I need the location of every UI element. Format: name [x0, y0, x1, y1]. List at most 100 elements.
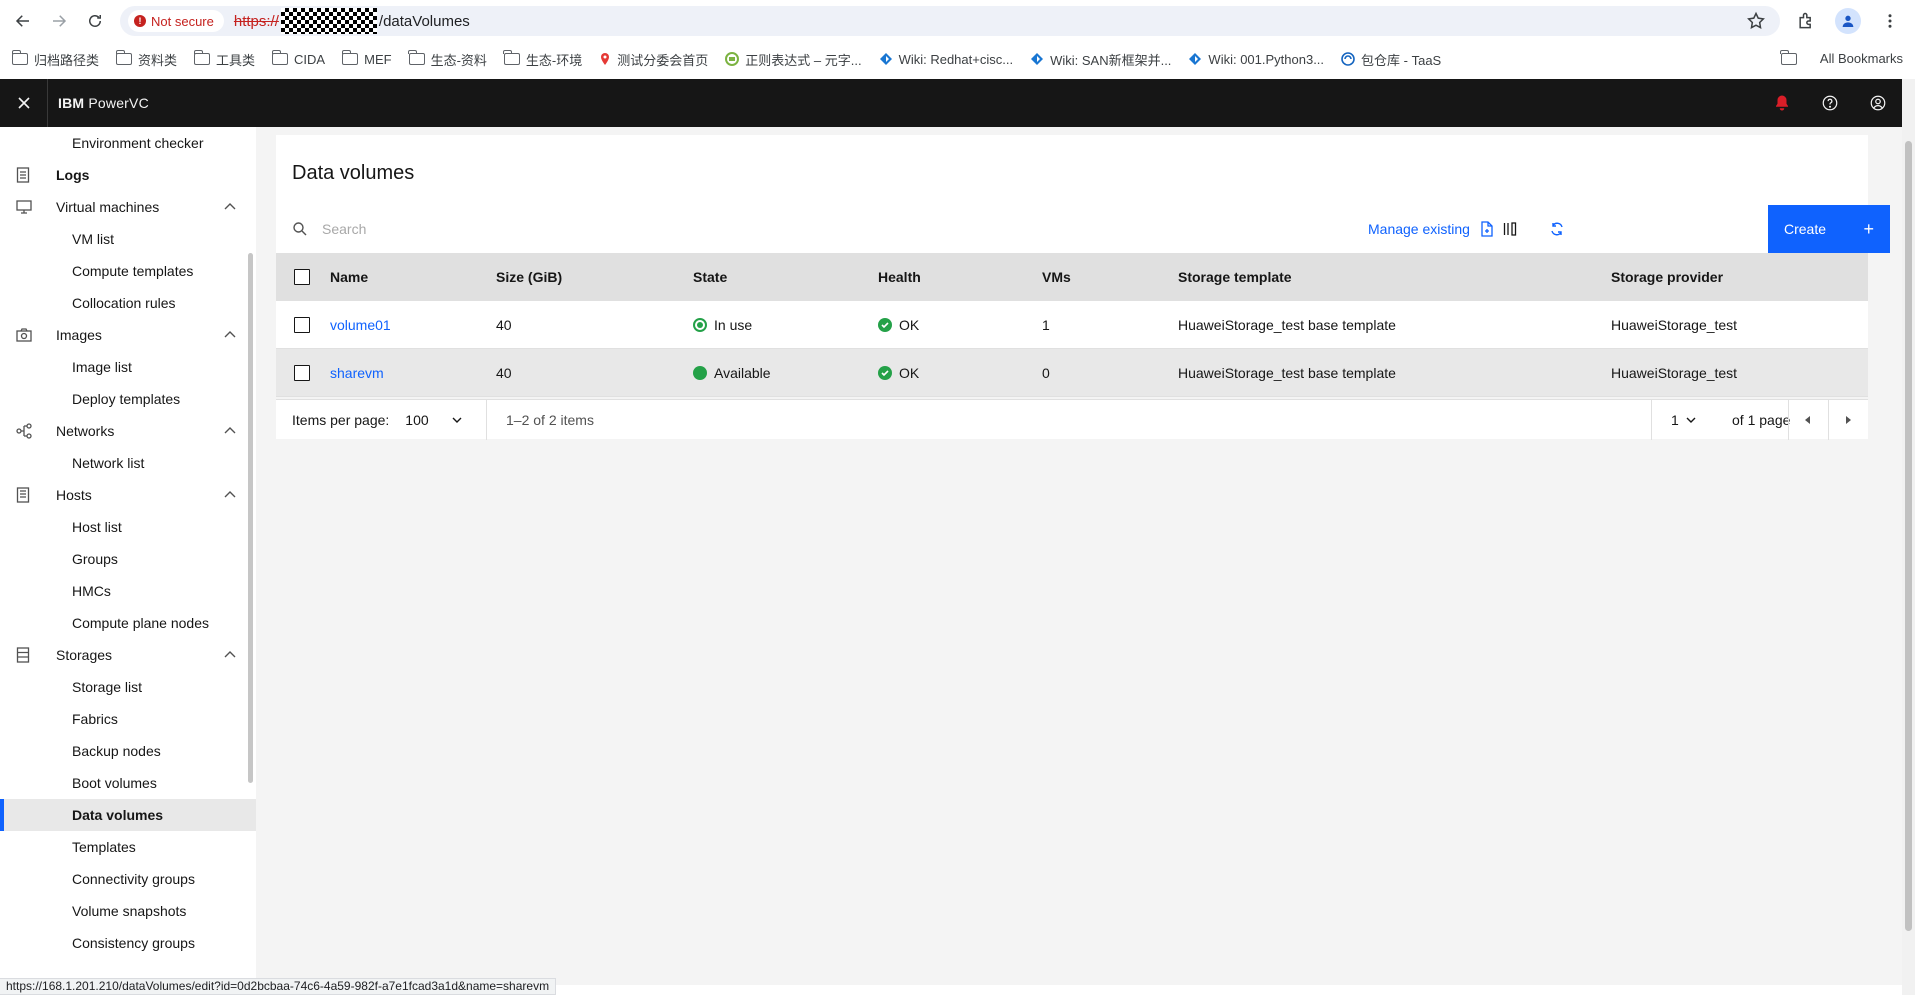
- page-scrollbar-thumb[interactable]: [1905, 141, 1912, 931]
- url-scheme: https://: [233, 12, 279, 30]
- url-text[interactable]: https:// /dataVolumes: [234, 8, 470, 34]
- sidebar-item-fabrics[interactable]: Fabrics: [0, 703, 256, 735]
- sidebar-item-storage-list[interactable]: Storage list: [0, 671, 256, 703]
- sidebar-item-logs[interactable]: Logs: [0, 159, 256, 191]
- column-header[interactable]: VMs: [1042, 269, 1178, 285]
- profile-button[interactable]: [1835, 8, 1861, 34]
- row-checkbox[interactable]: [294, 364, 310, 381]
- sidebar-item-host-list[interactable]: Host list: [0, 511, 256, 543]
- back-button[interactable]: [10, 8, 36, 34]
- sidebar-item-hosts[interactable]: Hosts: [0, 479, 256, 511]
- sidebar-item-hmcs[interactable]: HMCs: [0, 575, 256, 607]
- bookmark-item[interactable]: Wiki: SAN新框架并...: [1030, 50, 1171, 69]
- manage-existing-button[interactable]: Manage existing: [1358, 205, 1504, 253]
- sidebar-item-virtual-machines[interactable]: Virtual machines: [0, 191, 256, 223]
- forward-button[interactable]: [46, 8, 72, 34]
- sidebar-item-backup-nodes[interactable]: Backup nodes: [0, 735, 256, 767]
- help-button[interactable]: [1806, 79, 1854, 127]
- sidebar-item-compute-plane-nodes[interactable]: Compute plane nodes: [0, 607, 256, 639]
- bookmark-label: MEF: [364, 51, 392, 67]
- sidebar-item-collocation-rules[interactable]: Collocation rules: [0, 287, 256, 319]
- bookmark-item[interactable]: 资料类: [115, 50, 177, 69]
- sidebar-item-network-list[interactable]: Network list: [0, 447, 256, 479]
- extensions-button[interactable]: [1795, 10, 1817, 32]
- bookmark-item[interactable]: 测试分委会首页: [599, 50, 708, 69]
- column-header[interactable]: Health: [878, 269, 1042, 285]
- sidebar-item-consistency-groups[interactable]: Consistency groups: [0, 927, 256, 959]
- sidebar-item-label: Host list: [72, 519, 122, 535]
- sidebar-item-boot-volumes[interactable]: Boot volumes: [0, 767, 256, 799]
- side-navigation: Environment checker Logs Virtual machines V…: [0, 127, 256, 985]
- masked-host: [280, 8, 377, 34]
- items-per-page-select[interactable]: 100: [405, 412, 462, 428]
- app-title[interactable]: IBM PowerVC: [58, 95, 149, 111]
- page-select[interactable]: 1: [1671, 400, 1697, 440]
- sidebar-item-environment-checker[interactable]: Environment checker: [0, 127, 256, 159]
- column-header[interactable]: Storage provider: [1611, 269, 1811, 285]
- notifications-button[interactable]: [1758, 79, 1806, 127]
- address-bar[interactable]: ! Not secure https:// /dataVolumes: [120, 6, 1780, 36]
- sidebar-item-storages[interactable]: Storages: [0, 639, 256, 671]
- bookmark-item[interactable]: Wiki: Redhat+cisc...: [879, 52, 1013, 67]
- sidebar-item-compute-templates[interactable]: Compute templates: [0, 255, 256, 287]
- sidebar-item-images[interactable]: Images: [0, 319, 256, 351]
- close-menu-button[interactable]: [0, 79, 48, 127]
- reload-button[interactable]: [82, 8, 108, 34]
- bookmark-item[interactable]: 正则表达式 – 元字...: [725, 50, 862, 69]
- profile-icon: [1842, 15, 1854, 27]
- sidebar-item-label: HMCs: [72, 583, 111, 599]
- sidebar-item-label: Boot volumes: [72, 775, 157, 791]
- previous-page-button[interactable]: [1788, 400, 1828, 440]
- bookmark-item[interactable]: 归档路径类: [11, 50, 99, 69]
- user-account-button[interactable]: [1854, 79, 1902, 127]
- page-scrollbar[interactable]: [1902, 127, 1915, 995]
- column-header[interactable]: Size (GiB): [496, 269, 693, 285]
- sidebar-item-volume-snapshots[interactable]: Volume snapshots: [0, 895, 256, 927]
- item-range: 1–2 of 2 items: [506, 412, 594, 428]
- volume-state-label: Available: [714, 364, 771, 381]
- search-input[interactable]: [322, 221, 822, 237]
- sidebar-item-vm-list[interactable]: VM list: [0, 223, 256, 255]
- bookmark-item[interactable]: 工具类: [193, 50, 255, 69]
- taas-icon: [1341, 52, 1355, 66]
- bookmark-item[interactable]: 生态-资料: [408, 50, 487, 69]
- sidebar-item-image-list[interactable]: Image list: [0, 351, 256, 383]
- column-header[interactable]: Name: [330, 269, 496, 285]
- next-page-button[interactable]: [1828, 400, 1868, 440]
- table-row[interactable]: sharevm 40 Available OK 0 HuaweiStorage_test …: [276, 349, 1868, 397]
- sidebar-item-templates[interactable]: Templates: [0, 831, 256, 863]
- browser-menu-button[interactable]: [1879, 10, 1901, 32]
- select-all-checkbox[interactable]: [294, 269, 310, 285]
- sidebar-item-networks[interactable]: Networks: [0, 415, 256, 447]
- sidebar-item-data-volumes[interactable]: Data volumes: [0, 799, 256, 831]
- sidebar-scrollbar[interactable]: [248, 253, 253, 783]
- items-per-page-value: 100: [405, 411, 429, 428]
- security-chip[interactable]: ! Not secure: [128, 10, 224, 32]
- column-header[interactable]: State: [693, 269, 878, 285]
- sidebar-item-label: Collocation rules: [72, 295, 176, 311]
- puzzle-icon: [1799, 12, 1811, 29]
- sidebar-item-deploy-templates[interactable]: Deploy templates: [0, 383, 256, 415]
- bookmark-item[interactable]: MEF: [341, 50, 392, 67]
- bookmark-item[interactable]: 包仓库 - TaaS: [1341, 50, 1441, 69]
- refresh-button[interactable]: [1533, 205, 1581, 253]
- network-icon: [16, 423, 32, 439]
- app-product: PowerVC: [88, 95, 149, 111]
- sidebar-item-label: Deploy templates: [72, 391, 181, 407]
- create-button[interactable]: Create +: [1768, 205, 1890, 253]
- volume-name-link[interactable]: sharevm: [330, 365, 496, 381]
- sidebar-item-groups[interactable]: Groups: [0, 543, 256, 575]
- sidebar-item-label: Connectivity groups: [72, 871, 195, 887]
- bookmark-label: Wiki: SAN新框架并...: [1050, 52, 1172, 68]
- bookmark-item[interactable]: CIDA: [271, 50, 325, 67]
- column-header[interactable]: Storage template: [1178, 269, 1611, 285]
- caret-right-icon: [1846, 416, 1851, 424]
- bookmark-item[interactable]: 生态-环境: [503, 50, 582, 69]
- all-bookmarks-button[interactable]: All Bookmarks: [1780, 49, 1903, 66]
- bookmark-star-icon[interactable]: [1746, 11, 1766, 31]
- row-checkbox[interactable]: [294, 316, 310, 333]
- sidebar-item-connectivity-groups[interactable]: Connectivity groups: [0, 863, 256, 895]
- table-row[interactable]: volume01 40 In use OK 1 HuaweiStorage_test ba…: [276, 301, 1868, 349]
- bookmark-item[interactable]: Wiki: 001.Python3...: [1188, 52, 1324, 67]
- volume-name-link[interactable]: volume01: [330, 317, 496, 333]
